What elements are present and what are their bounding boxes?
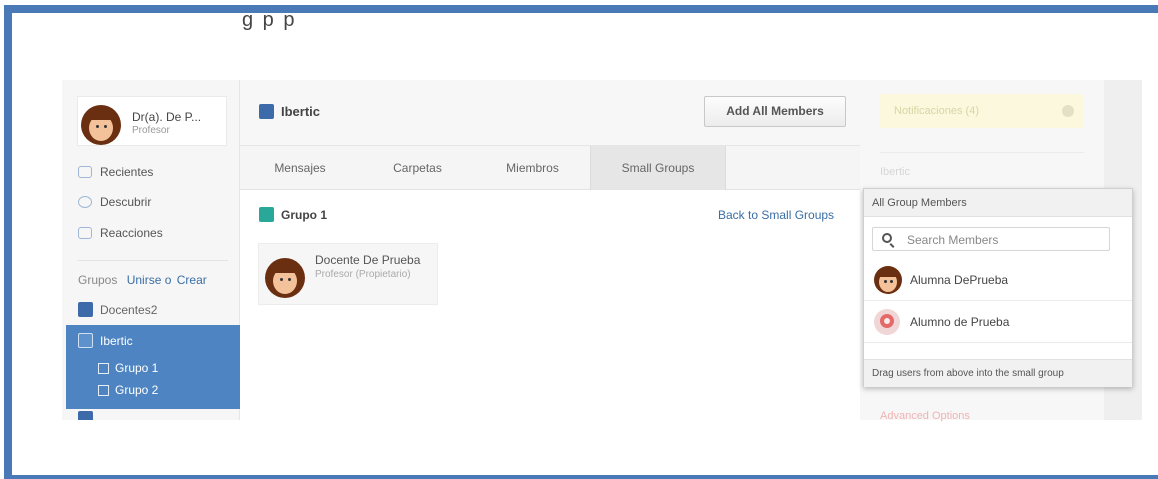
subgroup-item-grupo-1[interactable]: Grupo 1 xyxy=(98,361,158,375)
add-all-members-button[interactable]: Add All Members xyxy=(704,96,846,127)
member-avatar xyxy=(265,258,305,298)
group-color-icon xyxy=(78,411,93,420)
group-header: Ibertic Add All Members xyxy=(240,80,860,146)
nav-item-recientes[interactable]: Recientes xyxy=(78,163,153,181)
tab-mensajes[interactable]: Mensajes xyxy=(240,146,360,190)
group-color-icon xyxy=(259,104,274,119)
tab-bar: Mensajes Carpetas Miembros Small Groups xyxy=(240,146,860,190)
group-item-ibertic[interactable]: Ibertic Grupo 1 Grupo 2 xyxy=(66,325,240,409)
tab-small-groups[interactable]: Small Groups xyxy=(590,146,726,190)
girl-avatar-icon xyxy=(874,266,902,294)
member-name: Alumna DePrueba xyxy=(910,273,1009,287)
subgroup-label: Grupo 1 xyxy=(115,361,159,375)
popup-title: All Group Members xyxy=(864,189,1132,217)
group-label: Ibertic xyxy=(100,334,133,348)
subgroup-color-icon xyxy=(259,207,274,222)
member-name: Alumno de Prueba xyxy=(910,315,1010,329)
reactions-icon xyxy=(78,227,92,239)
all-group-members-popup: All Group Members Alumna DePrueba Alumno… xyxy=(863,188,1133,387)
member-row[interactable]: Alumno de Prueba xyxy=(864,301,1132,343)
groups-header: Grupos Unirse o Crear xyxy=(78,273,207,287)
tab-carpetas[interactable]: Carpetas xyxy=(360,146,475,190)
group-item-docentes2[interactable]: Docentes2 xyxy=(78,302,157,317)
subgroup-label: Grupo 2 xyxy=(115,383,159,397)
cut-off-heading: g p p xyxy=(242,9,297,31)
sidebar: Dr(a). De P... Profesor Recientes Descub… xyxy=(62,80,240,420)
divider xyxy=(78,260,228,261)
profile-role: Profesor xyxy=(132,125,170,136)
create-group-link[interactable]: Crear xyxy=(177,273,207,287)
join-group-link[interactable]: Unirse o xyxy=(127,273,172,287)
notifications-box[interactable]: Notificaciones (4) xyxy=(880,94,1084,128)
subgroup-item-grupo-2[interactable]: Grupo 2 xyxy=(98,383,158,397)
nav-item-descubrir[interactable]: Descubrir xyxy=(78,193,151,211)
default-avatar-icon xyxy=(874,309,900,335)
nav-label: Descubrir xyxy=(100,195,152,209)
profile-card[interactable]: Dr(a). De P... Profesor xyxy=(77,96,227,146)
group-title: Ibertic xyxy=(259,104,320,119)
nav-item-reacciones[interactable]: Reacciones xyxy=(78,224,163,242)
search-box xyxy=(872,227,1110,251)
advanced-options-link[interactable]: Advanced Options xyxy=(880,410,970,422)
member-card[interactable]: Docente De Prueba Profesor (Propietario) xyxy=(258,243,438,305)
search-members-input[interactable] xyxy=(907,231,1103,248)
subgroup-icon xyxy=(98,363,109,374)
profile-avatar xyxy=(81,105,121,145)
nav-label: Reacciones xyxy=(100,226,163,240)
settings-icon xyxy=(1062,105,1074,117)
subgroup-title: Grupo 1 xyxy=(259,207,327,222)
tab-miembros[interactable]: Miembros xyxy=(475,146,590,190)
popup-footer-hint: Drag users from above into the small gro… xyxy=(864,359,1132,387)
back-to-small-groups-link[interactable]: Back to Small Groups xyxy=(718,208,834,222)
member-row[interactable]: Alumna DePrueba xyxy=(864,259,1132,301)
group-item-cut-off xyxy=(78,410,228,420)
member-name: Docente De Prueba xyxy=(315,253,421,267)
compass-icon xyxy=(78,196,92,208)
subgroup-icon xyxy=(98,385,109,396)
subgroup-title-text: Grupo 1 xyxy=(281,208,328,222)
divider xyxy=(880,152,1084,153)
nav-label: Recientes xyxy=(100,165,154,179)
profile-name: Dr(a). De P... xyxy=(132,110,202,124)
group-color-icon xyxy=(78,333,93,348)
group-title: Ibertic xyxy=(78,333,133,348)
group-label: Docentes2 xyxy=(100,303,158,317)
group-title-text: Ibertic xyxy=(281,104,321,119)
search-icon xyxy=(882,233,892,243)
main-panel: Ibertic Add All Members Mensajes Carpeta… xyxy=(240,80,860,420)
faded-group-label: Ibertic xyxy=(880,166,910,178)
groups-label: Grupos xyxy=(78,273,118,287)
chat-bubble-icon xyxy=(78,166,92,178)
group-color-icon xyxy=(78,302,93,317)
member-role: Profesor (Propietario) xyxy=(315,269,411,280)
notifications-label: Notificaciones (4) xyxy=(894,105,979,117)
